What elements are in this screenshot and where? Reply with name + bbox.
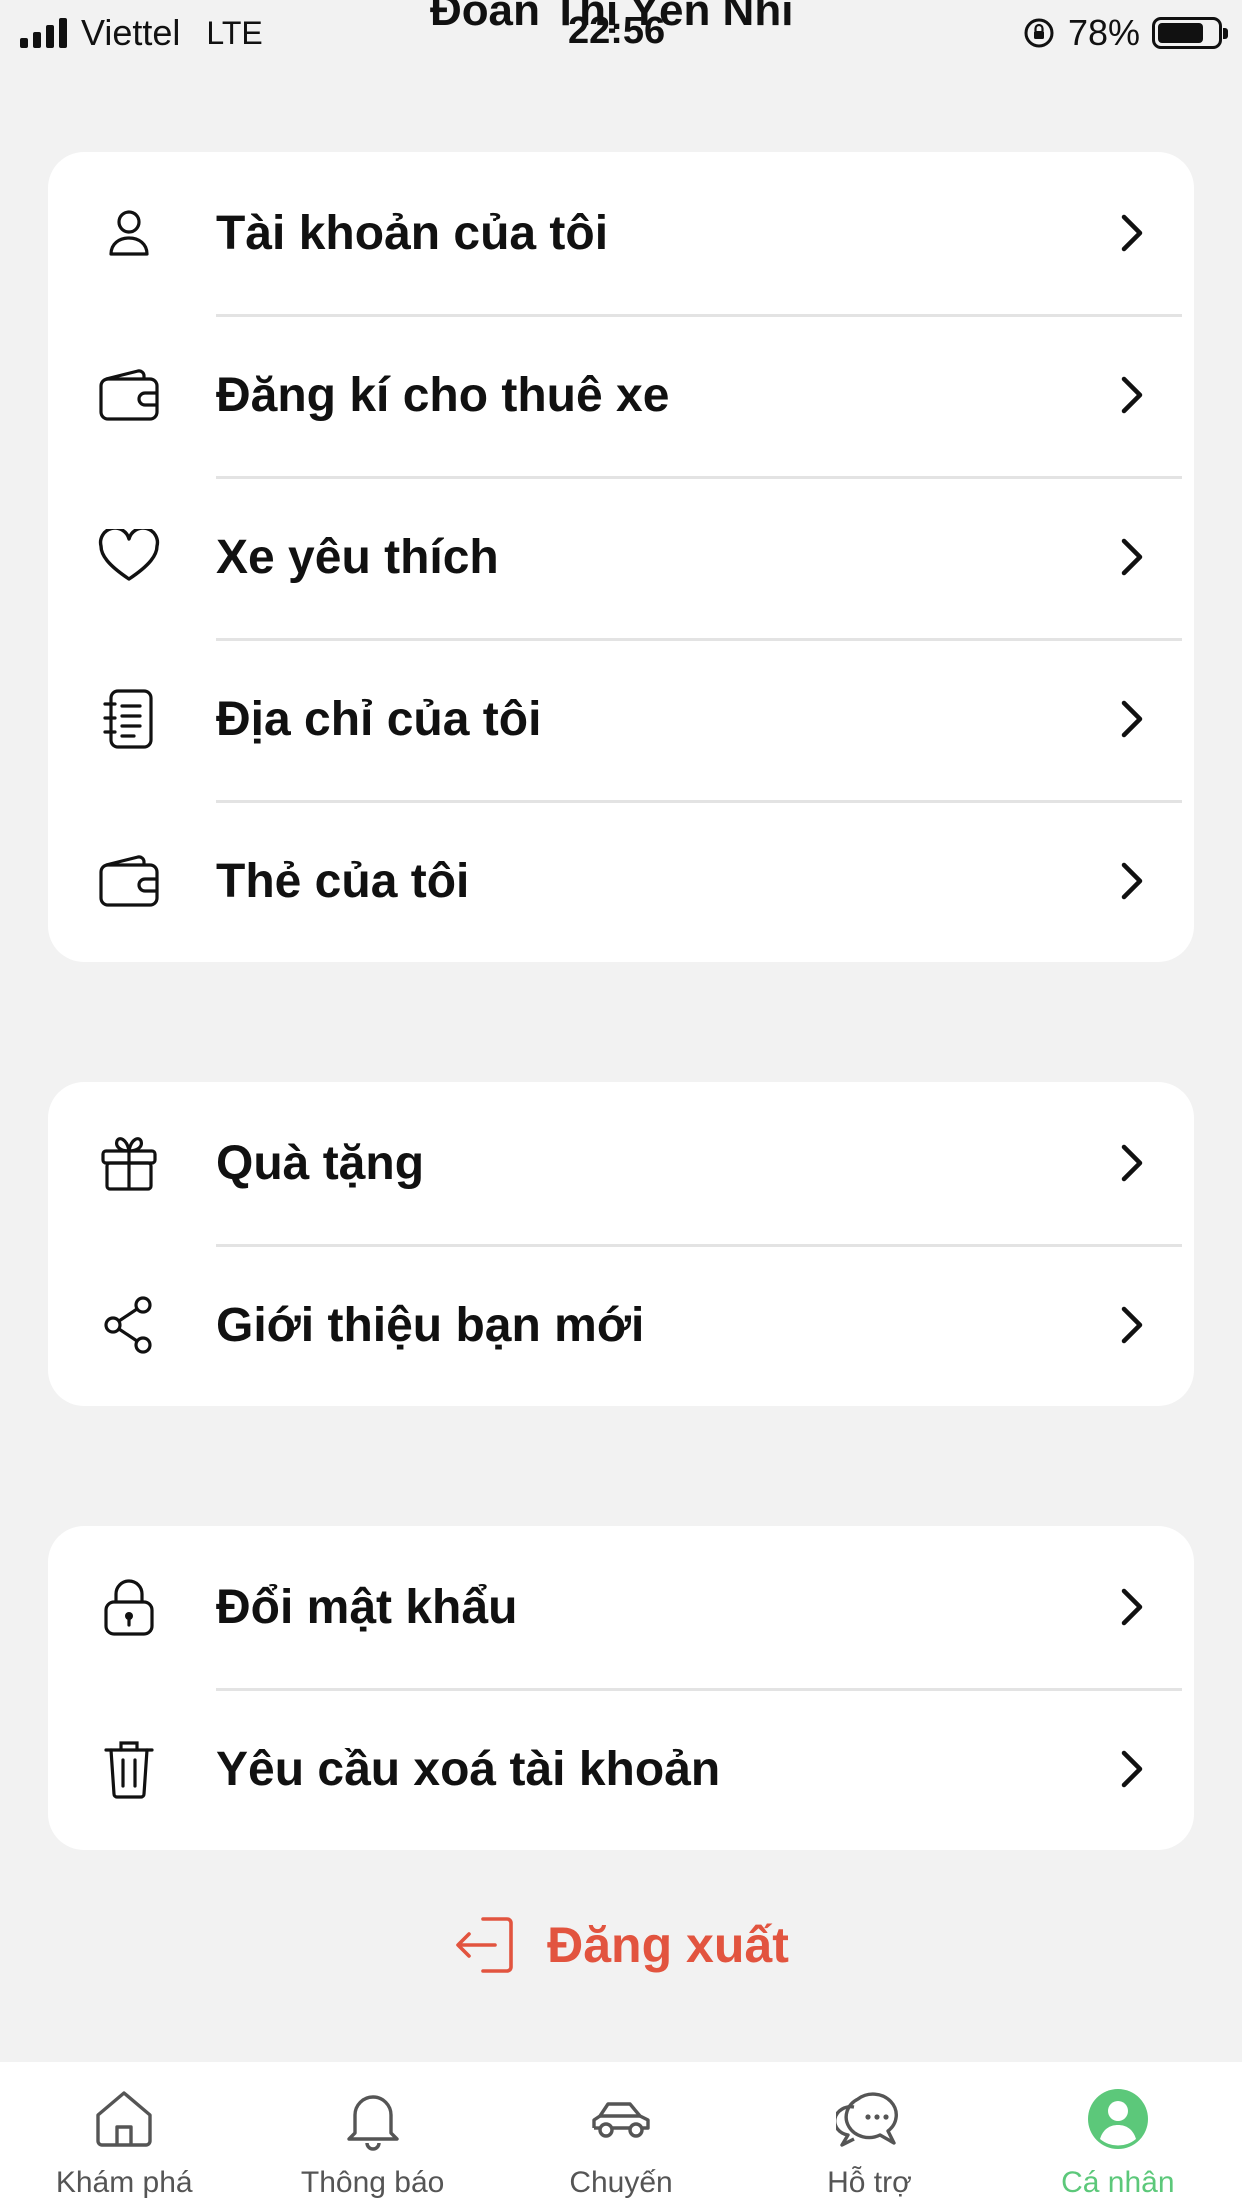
nav-label: Hỗ trợ: [827, 2166, 912, 2199]
nav-label: Thông báo: [300, 2166, 445, 2199]
nav-profile[interactable]: Cá nhân: [994, 2062, 1242, 2208]
status-bar: Viettel LTE Đoàn Thị Yến Nhi 22:56 78%: [0, 0, 1242, 70]
gift-icon: [98, 1132, 160, 1194]
menu-item-gifts[interactable]: Quà tặng: [48, 1082, 1194, 1244]
chevron-right-icon: [1121, 862, 1143, 900]
nav-notifications[interactable]: Thông báo: [248, 2062, 496, 2208]
menu-item-label: Xe yêu thích: [216, 530, 499, 584]
chevron-right-icon: [1121, 1306, 1143, 1344]
chevron-right-icon: [1121, 214, 1143, 252]
nav-label: Chuyến: [569, 2166, 673, 2199]
logout-button[interactable]: Đăng xuất: [0, 1915, 1242, 1975]
menu-item-label: Thẻ của tôi: [216, 854, 470, 908]
share-icon: [98, 1294, 160, 1356]
menu-item-label: Địa chỉ của tôi: [216, 692, 542, 746]
nav-trips[interactable]: Chuyến: [497, 2062, 745, 2208]
menu-item-label: Đăng kí cho thuê xe: [216, 368, 670, 422]
user-icon: [98, 202, 160, 264]
chevron-right-icon: [1121, 376, 1143, 414]
status-right: 78%: [1022, 12, 1228, 54]
security-menu-card: Đổi mật khẩu Yêu cầu xoá tài khoản: [48, 1526, 1194, 1850]
chevron-right-icon: [1121, 1588, 1143, 1626]
menu-item-delete-account[interactable]: Yêu cầu xoá tài khoản: [48, 1688, 1194, 1850]
trash-icon: [98, 1738, 160, 1800]
battery-icon: [1152, 17, 1228, 49]
rewards-menu-card: Quà tặng Giới thiệu bạn mới: [48, 1082, 1194, 1406]
wallet-icon: [98, 364, 160, 426]
clock: 22:56: [568, 10, 666, 52]
status-left: Viettel LTE: [20, 12, 263, 54]
nav-label: Khám phá: [55, 2166, 193, 2199]
menu-item-my-cards[interactable]: Thẻ của tôi: [48, 800, 1194, 962]
menu-item-label: Yêu cầu xoá tài khoản: [216, 1742, 721, 1796]
car-icon: [586, 2084, 656, 2154]
menu-item-favorite-cars[interactable]: Xe yêu thích: [48, 476, 1194, 638]
home-icon: [89, 2084, 159, 2154]
logout-icon: [456, 1917, 513, 1973]
nav-support[interactable]: Hỗ trợ: [745, 2062, 993, 2208]
nav-explore[interactable]: Khám phá: [0, 2062, 248, 2208]
menu-item-label: Đổi mật khẩu: [216, 1580, 518, 1634]
bottom-nav: Khám phá Thông báo Chuyến Hỗ trợ Cá nhân: [0, 2062, 1242, 2208]
rotation-lock-icon: [1024, 18, 1054, 48]
menu-item-my-address[interactable]: Địa chỉ của tôi: [48, 638, 1194, 800]
menu-item-label: Giới thiệu bạn mới: [216, 1298, 645, 1352]
wallet-icon: [98, 850, 160, 912]
carrier-label: Viettel: [81, 12, 181, 53]
menu-item-refer-friend[interactable]: Giới thiệu bạn mới: [48, 1244, 1194, 1406]
heart-icon: [98, 526, 160, 588]
battery-percent: 78%: [1067, 12, 1140, 53]
address-book-icon: [98, 688, 160, 750]
menu-item-label: Tài khoản của tôi: [216, 206, 609, 260]
chevron-right-icon: [1121, 1750, 1143, 1788]
menu-item-label: Quà tặng: [216, 1136, 425, 1190]
chat-icon: [834, 2084, 904, 2154]
menu-item-register-car-rental[interactable]: Đăng kí cho thuê xe: [48, 314, 1194, 476]
chevron-right-icon: [1121, 538, 1143, 576]
account-menu-card: Tài khoản của tôi Đăng kí cho thuê xe Xe…: [48, 152, 1194, 962]
lock-icon: [98, 1576, 160, 1638]
menu-item-change-password[interactable]: Đổi mật khẩu: [48, 1526, 1194, 1688]
chevron-right-icon: [1121, 1144, 1143, 1182]
signal-icon: [20, 18, 67, 48]
logout-label: Đăng xuất: [547, 1917, 789, 1973]
nav-label: Cá nhân: [1061, 2166, 1175, 2199]
network-label: LTE: [206, 14, 263, 51]
chevron-right-icon: [1121, 700, 1143, 738]
bell-icon: [338, 2084, 408, 2154]
profile-icon: [1083, 2084, 1153, 2154]
menu-item-my-account[interactable]: Tài khoản của tôi: [48, 152, 1194, 314]
